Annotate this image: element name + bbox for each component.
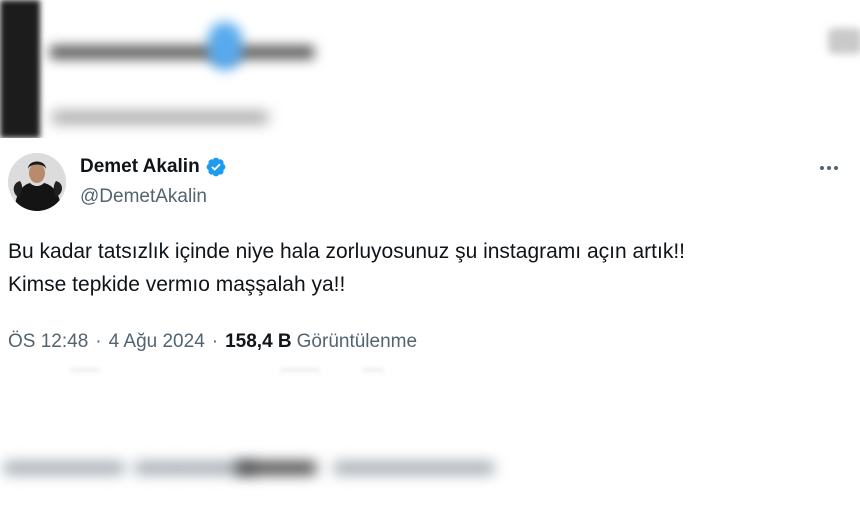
- blurred-badge: [208, 22, 242, 70]
- author-display-name[interactable]: Demet Akalin: [80, 156, 200, 178]
- faint-divider: [362, 368, 384, 372]
- views-count[interactable]: 158,4 B: [225, 331, 292, 353]
- views-label: Görüntülenme: [296, 331, 418, 352]
- more-horizontal-icon: [820, 166, 838, 170]
- blurred-name: ▬▬▬▬▬▬: [50, 20, 314, 69]
- blurred-corner: [828, 28, 860, 54]
- faint-divider: [280, 368, 320, 372]
- blurred-footer-text: ▬▬▬▬: [334, 439, 494, 483]
- faint-divider: [70, 368, 100, 372]
- more-options-button[interactable]: [814, 155, 844, 181]
- tweet-date[interactable]: 4 Ağu 2024: [109, 331, 205, 353]
- tweet-time[interactable]: ÖS 12:48: [8, 331, 88, 353]
- author-username[interactable]: @DemetAkalin: [80, 186, 207, 208]
- blurred-footer-text: ▬▬: [236, 439, 316, 483]
- blurred-footer-text: ▬▬▬ ▬▬▬: [4, 439, 256, 483]
- meta-separator: ·: [95, 331, 102, 352]
- meta-separator: ·: [211, 331, 219, 352]
- blurred-photo: [0, 0, 40, 138]
- tweet-card: Demet Akalin @DemetAkalin Bu kadar tatsı…: [0, 138, 860, 368]
- verified-badge-icon: [206, 157, 226, 177]
- tweet-text-line: Bu kadar tatsızlık içinde niye hala zorl…: [8, 240, 685, 263]
- author-name-row: Demet Akalin: [80, 156, 227, 178]
- tweet-text: Bu kadar tatsızlık içinde niye hala zorl…: [8, 235, 848, 301]
- screenshot-stage: ▬▬▬▬▬▬ ▬▬▬▬▬▬ Demet Akalin @DemetAkalin: [0, 0, 860, 505]
- avatar[interactable]: [8, 153, 66, 211]
- blurred-footer: ▬▬▬ ▬▬▬ ▬▬ ▬▬▬▬: [0, 425, 860, 505]
- tweet-text-line: Kimse tepkide vermıo maşşalah ya!!: [8, 273, 346, 296]
- blurred-handle: ▬▬▬▬▬▬: [52, 90, 268, 131]
- tweet-meta: ÖS 12:48 · 4 Ağu 2024 · 158,4 B Görüntül…: [8, 331, 417, 353]
- blurred-previous-header: ▬▬▬▬▬▬ ▬▬▬▬▬▬: [0, 0, 860, 138]
